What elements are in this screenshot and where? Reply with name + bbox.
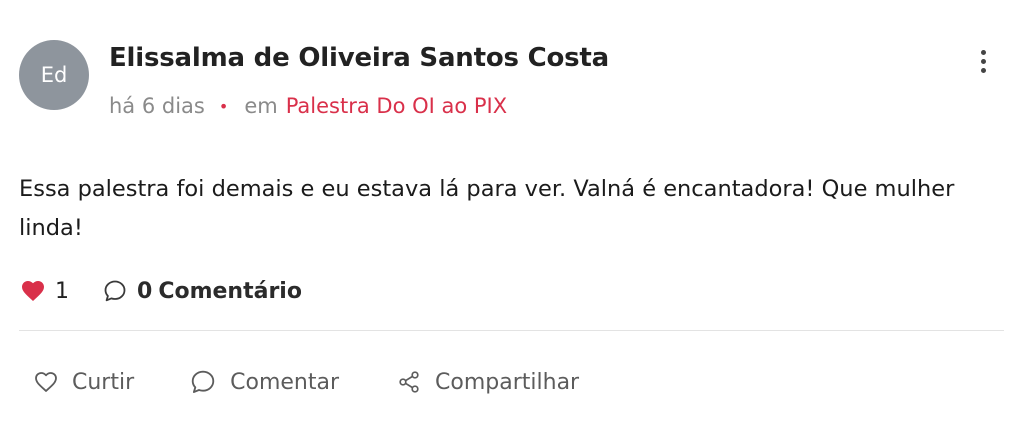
avatar[interactable]: Ed <box>19 40 89 110</box>
kebab-menu-icon[interactable] <box>972 46 994 76</box>
post-actions: Curtir Comentar Compartilhar <box>34 366 579 398</box>
share-icon <box>399 371 419 393</box>
comment-label: Comentar <box>230 369 340 395</box>
comments-number: 0 <box>137 278 153 304</box>
group-link[interactable]: Palestra Do OI ao PIX <box>286 94 507 118</box>
speech-bubble-icon <box>104 280 126 302</box>
comments-count[interactable]: 0 Comentário <box>103 279 302 304</box>
heart-outline-icon <box>35 372 57 392</box>
likes-count[interactable]: 1 <box>21 279 69 304</box>
author-name[interactable]: Elissalma de Oliveira Santos Costa <box>109 43 609 73</box>
post-time: há 6 dias <box>109 94 205 118</box>
meta-separator: • <box>218 96 229 116</box>
share-button[interactable]: Compartilhar <box>397 370 579 395</box>
heart-filled-icon <box>22 281 44 301</box>
divider <box>19 330 1004 331</box>
comments-label: Comentário <box>158 278 302 304</box>
like-label: Curtir <box>72 369 135 395</box>
avatar-initials: Ed <box>40 63 68 87</box>
post-meta: há 6 dias • em Palestra Do OI ao PIX <box>109 94 507 118</box>
feed-post: Ed Elissalma de Oliveira Santos Costa há… <box>0 0 1024 448</box>
speech-bubble-icon <box>191 370 215 393</box>
likes-number: 1 <box>55 278 69 304</box>
share-label: Compartilhar <box>435 369 580 395</box>
comment-button[interactable]: Comentar <box>190 369 339 395</box>
post-text: Essa palestra foi demais e eu estava lá … <box>19 176 955 241</box>
post-stats: 1 0 Comentário <box>21 276 302 306</box>
like-button[interactable]: Curtir <box>34 370 134 395</box>
meta-in-label: em <box>244 94 278 118</box>
